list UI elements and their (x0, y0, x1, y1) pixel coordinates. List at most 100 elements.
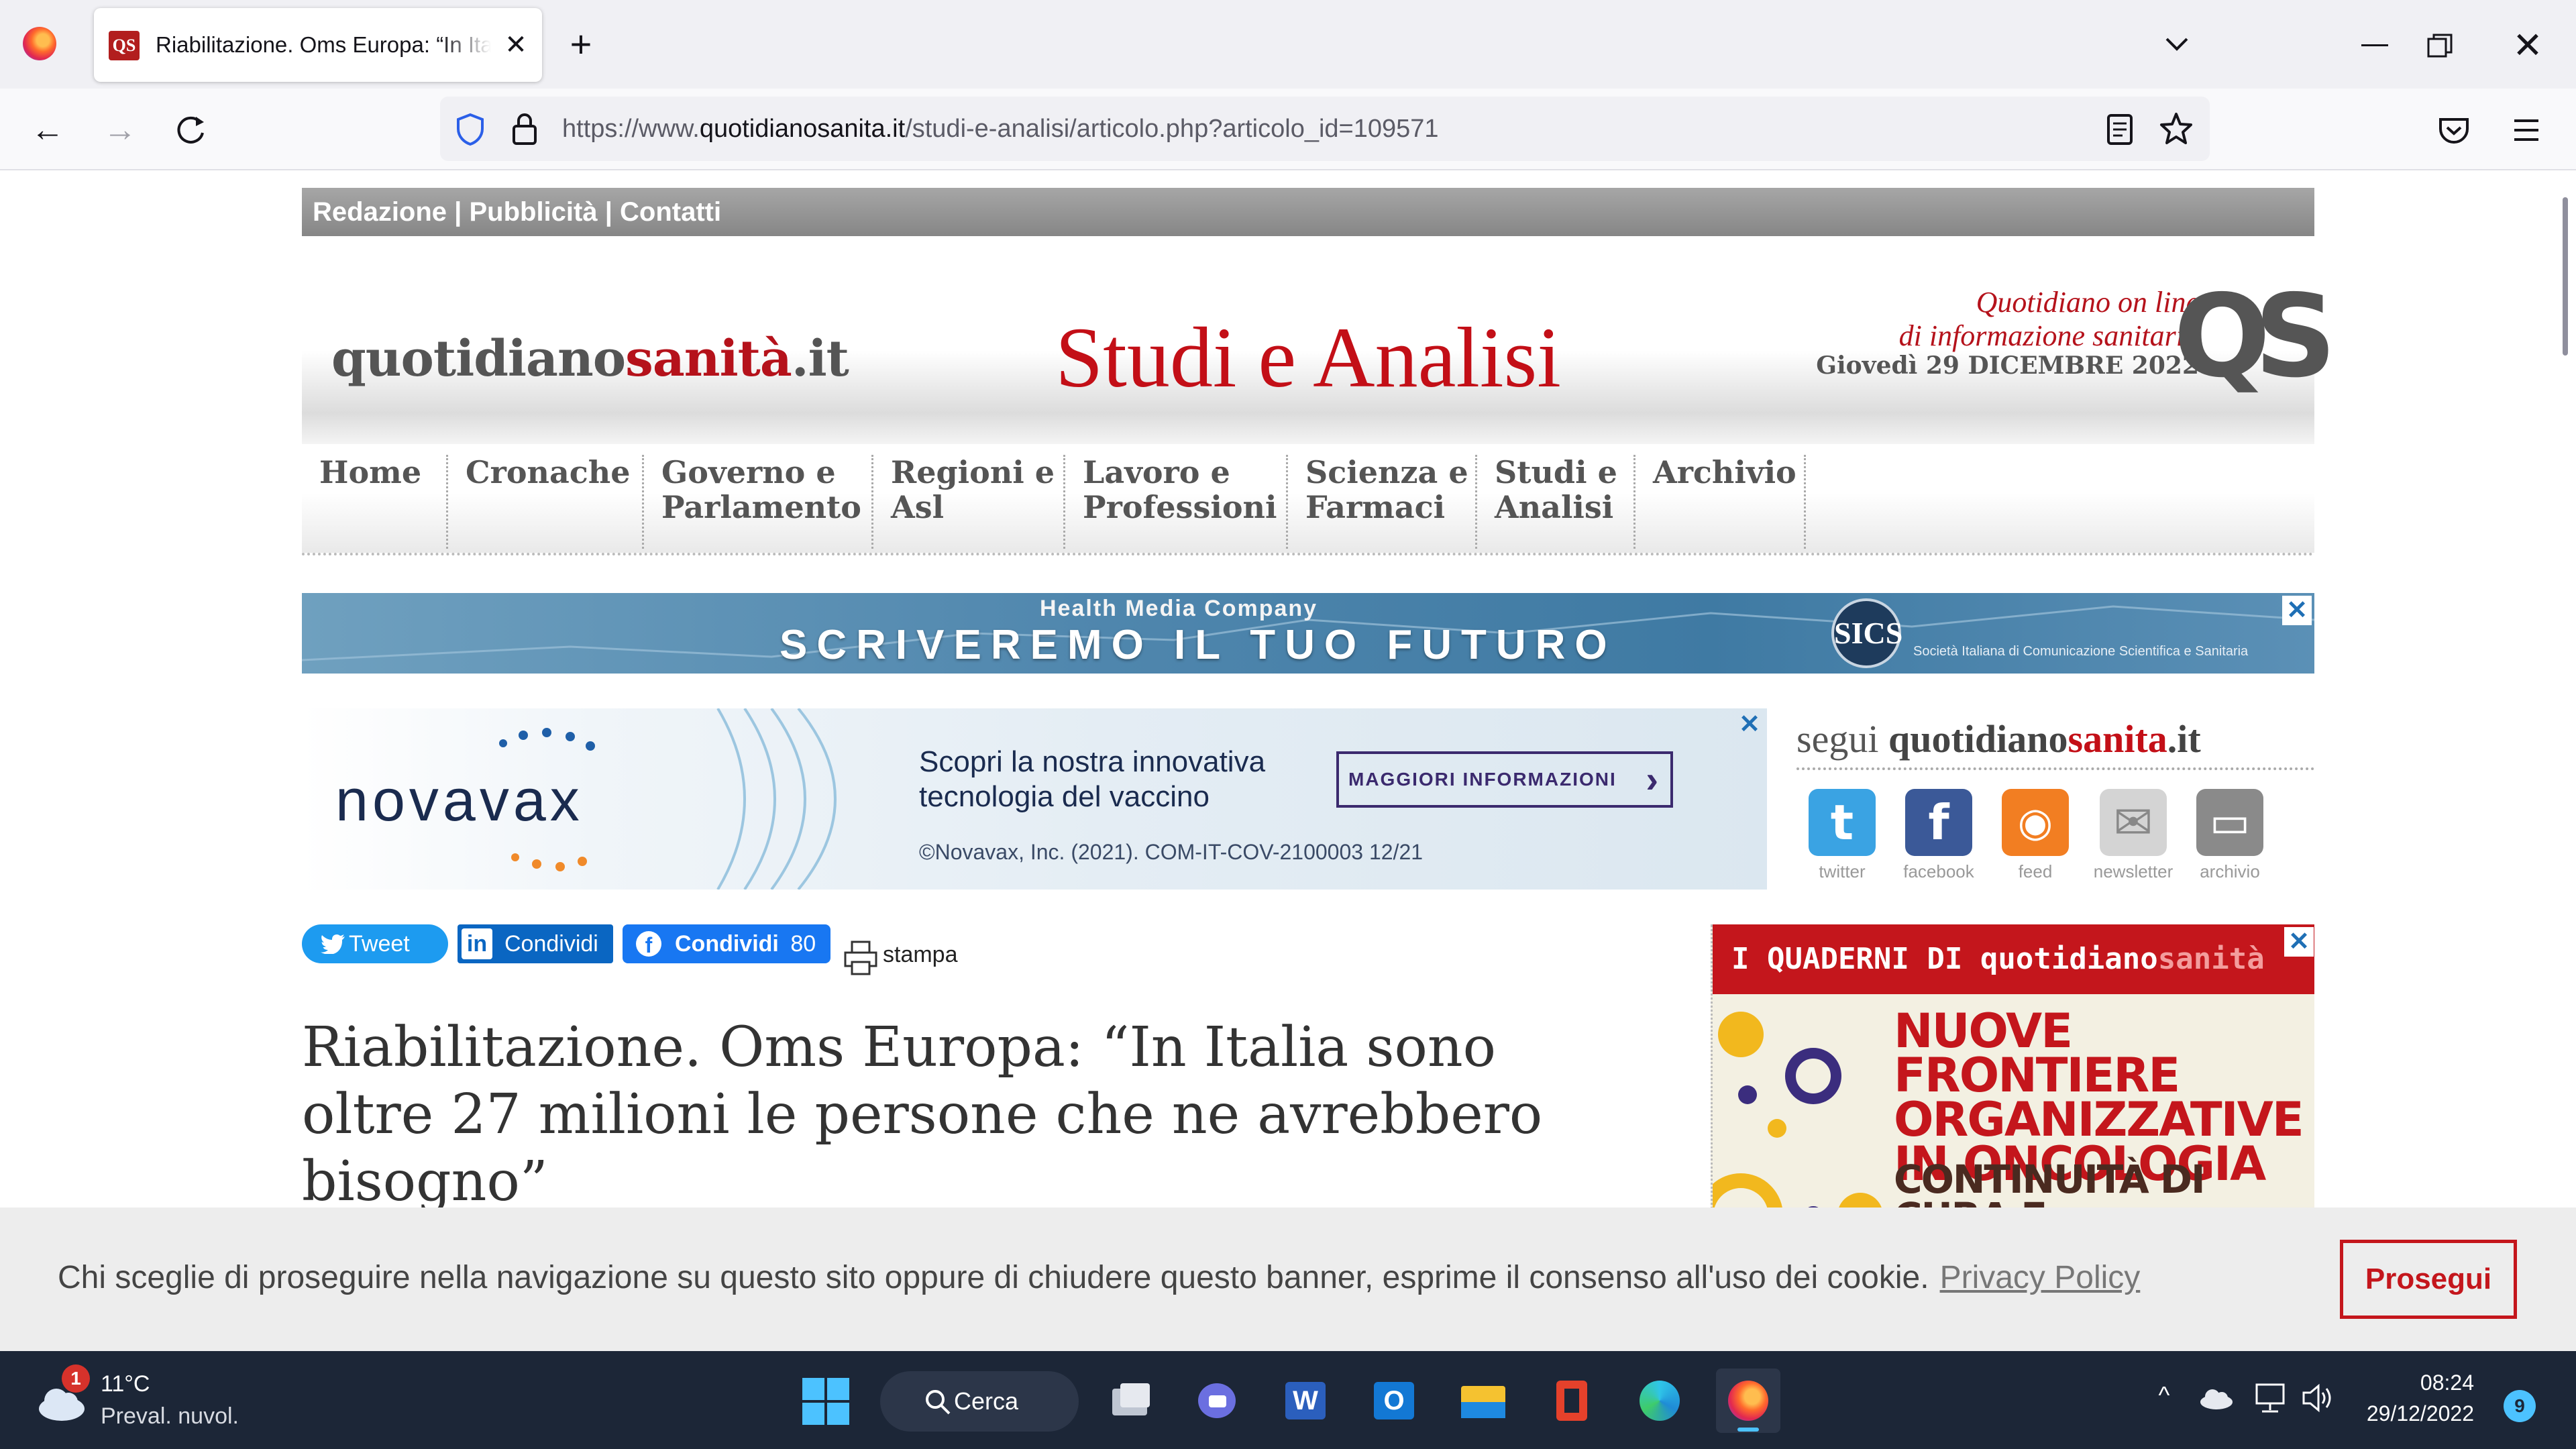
file-explorer-icon[interactable] (1450, 1368, 1515, 1433)
banner-slogan: SCRIVEREMO IL TUO FUTURO (780, 622, 1617, 668)
word-icon[interactable]: W (1273, 1368, 1338, 1433)
page-scrollbar[interactable] (2563, 197, 2568, 356)
quaderni-header: I QUADERNI DI quotidianosanità (1713, 924, 2314, 994)
url-text: https://www.quotidianosanita.it/studi-e-… (562, 115, 1439, 143)
office-icon[interactable] (1539, 1368, 1603, 1433)
window-minimize-icon[interactable] (2361, 44, 2388, 46)
list-all-tabs-icon[interactable] (2160, 27, 2194, 60)
browser-toolbar: ← → https://www.quotidianosanita.it/stud… (0, 89, 2576, 170)
top-links-bar: Redazione | Pubblicità | Contatti (302, 188, 2314, 236)
edge-browser-icon[interactable] (1627, 1368, 1692, 1433)
browser-tab-strip: QS Riabilitazione. Oms Europa: “In Itali… (0, 0, 2576, 89)
window-close-icon[interactable]: ✕ (2509, 27, 2546, 64)
twitter-bird-icon (321, 934, 345, 954)
twitter-icon: t (1809, 789, 1876, 856)
ad-close-icon[interactable]: ✕ (2282, 596, 2312, 625)
novavax-logo: novavax (335, 767, 584, 833)
qs-logo: QS (2174, 270, 2337, 403)
firefox-taskbar-icon[interactable] (1716, 1368, 1780, 1433)
article-title: Riabilitazione. Oms Europa: “In Italia s… (302, 1016, 1543, 1214)
ad-close-icon[interactable]: ✕ (2284, 927, 2314, 957)
facebook-link[interactable]: f facebook (1898, 789, 1979, 883)
window-restore-icon[interactable] (2423, 30, 2457, 63)
firefox-logo-icon[interactable] (23, 27, 56, 60)
privacy-policy-link[interactable]: Privacy Policy (1940, 1260, 2141, 1295)
reload-icon[interactable] (173, 113, 208, 148)
onedrive-cloud-icon[interactable] (2198, 1386, 2234, 1410)
novavax-cta-button[interactable]: MAGGIORI INFORMAZIONI › (1336, 751, 1673, 808)
network-icon[interactable] (2254, 1382, 2288, 1414)
cookie-accept-button[interactable]: Prosegui (2340, 1240, 2517, 1319)
envelope-icon: ✉ (2100, 789, 2167, 856)
rss-feed-icon: ◉ (2002, 789, 2069, 856)
novavax-headline: Scopri la nostra innovativa tecnologia d… (919, 745, 1266, 813)
linkedin-share-button[interactable]: in Condividi (458, 924, 613, 963)
search-icon (926, 1390, 951, 1415)
archive-link[interactable]: ▭ archivio (2190, 789, 2270, 883)
tray-overflow-chevron-icon[interactable]: ^ (2151, 1382, 2178, 1409)
facebook-share-button[interactable]: f Condividi 80 (623, 924, 830, 963)
novavax-banner-ad[interactable]: novavax Scopri la nostra innovativa tecn… (302, 708, 1767, 890)
cookie-message: Chi sceglie di proseguire nella navigazi… (58, 1260, 2141, 1295)
bookmark-star-icon[interactable] (2159, 111, 2194, 146)
tab-close-icon[interactable]: ✕ (499, 28, 533, 62)
weather-description[interactable]: Preval. nuvol. (101, 1403, 239, 1430)
site-favicon-icon: QS (109, 31, 140, 60)
nav-item-studi-analisi[interactable]: Studi e Analisi (1477, 455, 1635, 549)
browser-tab-active[interactable]: QS Riabilitazione. Oms Europa: “In Itali… (94, 8, 542, 82)
printer-icon (844, 941, 877, 975)
masthead: quotidianosanità.it Studi e Analisi Quot… (302, 236, 2337, 444)
reader-view-icon[interactable] (2105, 113, 2135, 146)
weather-notification-badge: 1 (62, 1364, 90, 1393)
ad-close-icon[interactable]: ✕ (1735, 710, 1764, 739)
tweet-button[interactable]: Tweet (302, 924, 448, 963)
app-menu-icon[interactable] (2510, 115, 2542, 145)
pocket-icon[interactable] (2436, 113, 2471, 148)
newsletter-link[interactable]: ✉ newsletter (2093, 789, 2174, 883)
facebook-icon: f (636, 931, 661, 957)
sics-logo: SICS (1831, 598, 1902, 668)
tray-clock[interactable]: 08:24 29/12/2022 (2361, 1367, 2474, 1429)
lock-icon[interactable] (510, 111, 539, 146)
nav-item-home[interactable]: Home (302, 455, 448, 549)
novavax-legal: ©Novavax, Inc. (2021). COM-IT-COV-210000… (919, 840, 1424, 864)
sics-banner-ad[interactable]: Health Media Company SCRIVEREMO IL TUO F… (302, 593, 2314, 674)
folder-icon: ▭ (2196, 789, 2263, 856)
chevron-right-icon: › (1646, 758, 1660, 800)
twitter-link[interactable]: t twitter (1802, 789, 1882, 883)
weather-temperature[interactable]: 11°C (101, 1371, 150, 1397)
tracking-shield-icon[interactable] (455, 113, 486, 146)
new-tab-button[interactable]: + (562, 25, 600, 63)
notification-count-badge[interactable]: 9 (2504, 1390, 2536, 1422)
nav-item-governo-parlamento[interactable]: Governo e Parlamento (644, 455, 873, 549)
nav-item-archivio[interactable]: Archivio (1635, 455, 1806, 549)
teams-chat-icon[interactable] (1185, 1368, 1249, 1433)
facebook-icon: f (1905, 789, 1972, 856)
windows-taskbar: 1 11°C Preval. nuvol. Cerca W O ^ 08:24 2… (0, 1351, 2576, 1449)
nav-item-lavoro-professioni[interactable]: Lavoro e Professioni (1065, 455, 1288, 549)
web-page: Redazione | Pubblicità | Contatti quotid… (0, 170, 2576, 1351)
task-view-icon[interactable] (1097, 1368, 1162, 1433)
windows-start-icon[interactable] (802, 1378, 849, 1425)
rss-feed-link[interactable]: ◉ feed (1995, 789, 2076, 883)
volume-icon[interactable] (2301, 1382, 2336, 1414)
back-arrow-icon[interactable]: ← (27, 109, 68, 150)
banner-subtitle: Health Media Company (1040, 596, 1318, 621)
cookie-banner: Chi sceglie di proseguire nella navigazi… (0, 1208, 2576, 1351)
follow-title: segui quotidianosanita.it (1796, 708, 2314, 770)
main-navigation: Home Cronache Governo e Parlamento Region… (302, 444, 2314, 555)
forward-arrow-icon[interactable]: → (99, 109, 141, 150)
sics-organization-name: Società Italiana di Comunicazione Scient… (1913, 644, 2249, 659)
print-link[interactable]: stampa (843, 931, 958, 978)
linkedin-icon: in (462, 928, 492, 959)
nav-item-cronache[interactable]: Cronache (448, 455, 644, 549)
top-links[interactable]: Redazione | Pubblicità | Contatti (313, 188, 721, 236)
current-date: Giovedì 29 DICEMBRE 2022 (1816, 352, 2199, 380)
outlook-icon[interactable]: O (1362, 1368, 1426, 1433)
taskbar-search-button[interactable]: Cerca (880, 1371, 1079, 1432)
nav-item-scienza-farmaci[interactable]: Scienza e Farmaci (1288, 455, 1477, 549)
tab-title: Riabilitazione. Oms Europa: “In Italia s… (156, 32, 491, 57)
address-bar[interactable]: https://www.quotidianosanita.it/studi-e-… (440, 97, 2210, 161)
site-tagline: Quotidiano on line di informazione sanita… (1898, 286, 2199, 352)
nav-item-regioni-asl[interactable]: Regioni e Asl (873, 455, 1065, 549)
